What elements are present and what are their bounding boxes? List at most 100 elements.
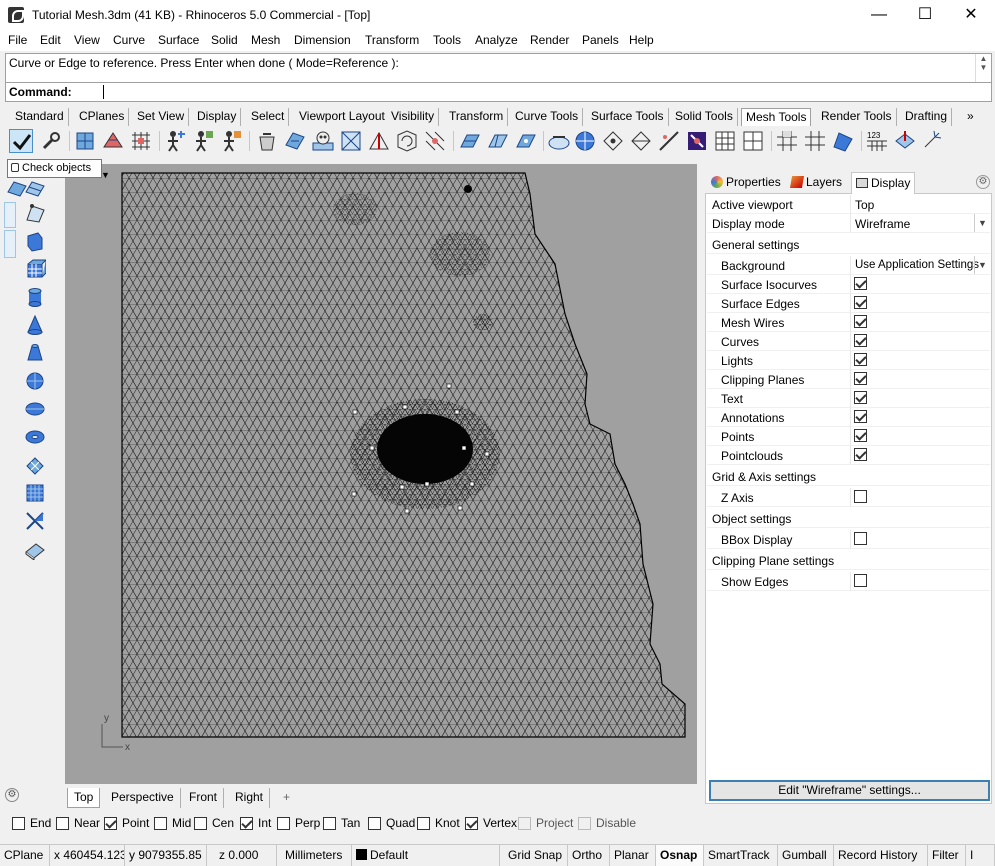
mesh-box-sidebar-icon[interactable] — [24, 258, 48, 280]
display-mode-row[interactable]: Display mode Wireframe ▼ — [707, 214, 990, 233]
menu-render[interactable]: Render — [530, 33, 569, 47]
mesh-from-surface-icon[interactable] — [101, 129, 125, 153]
general-setting-row[interactable]: Curves — [707, 332, 990, 351]
mesh-plane-icon[interactable] — [457, 129, 481, 153]
wrench-icon[interactable] — [39, 129, 63, 153]
minimize-button[interactable]: — — [856, 0, 902, 31]
status-record-history[interactable]: Record History — [834, 845, 928, 866]
book-sidebar-icon[interactable] — [24, 538, 46, 561]
viewport-menu-arrow-icon[interactable]: ▼ — [101, 170, 113, 180]
general-setting-checkbox[interactable] — [854, 277, 867, 290]
mesh-unweld-icon[interactable] — [423, 129, 447, 153]
menu-view[interactable]: View — [74, 33, 100, 47]
status-smarttrack[interactable]: SmartTrack — [704, 845, 778, 866]
mesh-split-icon[interactable] — [367, 129, 391, 153]
menu-file[interactable]: File — [8, 33, 27, 47]
mesh-bucket-icon[interactable] — [255, 129, 279, 153]
tab-drafting[interactable]: Drafting — [901, 108, 953, 126]
command-line[interactable]: Command: — [5, 83, 992, 102]
status-planar[interactable]: Planar — [610, 845, 656, 866]
general-setting-row[interactable]: Mesh Wires — [707, 313, 990, 332]
osnap-checkbox[interactable] — [277, 817, 290, 830]
cylinder-sidebar-icon[interactable] — [24, 286, 46, 308]
surface-sidebar-icon[interactable] — [24, 176, 46, 198]
menu-transform[interactable]: Transform — [365, 33, 419, 47]
status-units[interactable]: Millimeters — [277, 845, 352, 866]
mesh-rotate-icon[interactable] — [395, 129, 419, 153]
tab-standard[interactable]: Standard — [11, 108, 69, 126]
top-viewport[interactable]: y x ▼ — [65, 164, 697, 784]
tab-mesh-tools[interactable]: Mesh Tools — [741, 108, 812, 126]
sphere-sidebar-icon[interactable] — [24, 370, 46, 392]
general-setting-row[interactable]: Text — [707, 389, 990, 408]
general-setting-checkbox[interactable] — [854, 334, 867, 347]
tab-set-view[interactable]: Set View — [133, 108, 190, 126]
left-toolbar-gear-icon[interactable]: ⚙ — [5, 788, 19, 802]
mesh-twist-icon[interactable] — [685, 129, 709, 153]
command-history[interactable]: Curve or Edge to reference. Press Enter … — [5, 53, 992, 83]
tab-transform[interactable]: Transform — [445, 108, 509, 126]
command-input[interactable] — [103, 85, 104, 99]
general-setting-row[interactable]: Clipping Planes — [707, 370, 990, 389]
box-sidebar-icon[interactable] — [24, 230, 46, 252]
menu-dimension[interactable]: Dimension — [294, 33, 351, 47]
z-axis-row[interactable]: Z Axis — [707, 488, 990, 507]
display-mode-select[interactable]: Wireframe — [850, 214, 990, 233]
close-button[interactable]: ✕ — [948, 0, 994, 31]
status-ortho[interactable]: Ortho — [568, 845, 610, 866]
mesh-person-icon[interactable] — [163, 129, 187, 153]
tab-curve-tools[interactable]: Curve Tools — [511, 108, 584, 126]
panel-tab-layers[interactable]: Layers — [787, 172, 846, 194]
mesh-fill-holes-icon[interactable] — [713, 129, 737, 153]
vp-tab-top[interactable]: Top — [67, 788, 101, 808]
osnap-checkbox[interactable] — [465, 817, 478, 830]
mesh-check-grid-icon[interactable] — [741, 129, 765, 153]
menu-analyze[interactable]: Analyze — [475, 33, 518, 47]
tab-cplanes[interactable]: CPlanes — [75, 108, 130, 126]
menu-tools[interactable]: Tools — [433, 33, 461, 47]
general-setting-checkbox[interactable] — [854, 353, 867, 366]
osnap-checkbox[interactable] — [12, 817, 25, 830]
mesh-sphere-icon[interactable] — [573, 129, 597, 153]
mesh-grid-sidebar-icon[interactable] — [24, 482, 46, 504]
mesh-numbers-icon[interactable]: 123 — [865, 129, 889, 153]
general-setting-checkbox[interactable] — [854, 391, 867, 404]
truncated-cone-sidebar-icon[interactable] — [24, 342, 46, 364]
mesh-planar-2-icon[interactable] — [513, 129, 537, 153]
status-layer[interactable]: Default — [352, 845, 500, 866]
general-setting-row[interactable]: Surface Edges — [707, 294, 990, 313]
command-history-scrollbar[interactable]: ▲ ▼ — [975, 54, 991, 82]
mesh-offset-icon[interactable] — [547, 129, 571, 153]
mesh-reduce-icon[interactable] — [339, 129, 363, 153]
status-gumball[interactable]: Gumball — [778, 845, 834, 866]
mesh-person-2-icon[interactable] — [191, 129, 215, 153]
panel-gear-icon[interactable]: ⚙ — [976, 175, 990, 189]
general-setting-row[interactable]: Surface Isocurves — [707, 275, 990, 294]
general-setting-checkbox[interactable] — [854, 372, 867, 385]
status-osnap[interactable]: Osnap — [656, 845, 704, 866]
background-chevron-icon[interactable]: ▼ — [974, 256, 990, 274]
tabs-more-button[interactable]: » — [963, 108, 978, 126]
osnap-checkbox[interactable] — [104, 817, 117, 830]
status-grid-snap[interactable]: Grid Snap — [504, 845, 568, 866]
general-setting-checkbox[interactable] — [854, 296, 867, 309]
status-filter[interactable]: Filter — [928, 845, 966, 866]
menu-curve[interactable]: Curve — [113, 33, 145, 47]
sidebar-tab-2[interactable] — [4, 230, 16, 258]
general-setting-checkbox[interactable] — [854, 448, 867, 461]
maximize-button[interactable]: ☐ — [902, 0, 948, 31]
menu-mesh[interactable]: Mesh — [251, 33, 280, 47]
display-mode-chevron-icon[interactable]: ▼ — [974, 214, 990, 232]
osnap-checkbox[interactable] — [194, 817, 207, 830]
mesh-box-icon[interactable] — [73, 129, 97, 153]
general-setting-row[interactable]: Lights — [707, 351, 990, 370]
vp-tab-perspective[interactable]: Perspective — [105, 788, 181, 808]
osnap-checkbox[interactable] — [323, 817, 336, 830]
bbox-row[interactable]: BBox Display — [707, 530, 990, 549]
vp-tab-right[interactable]: Right — [229, 788, 271, 808]
menu-surface[interactable]: Surface — [158, 33, 199, 47]
menu-help[interactable]: Help — [629, 33, 654, 47]
general-setting-row[interactable]: Annotations — [707, 408, 990, 427]
general-setting-checkbox[interactable] — [854, 429, 867, 442]
mesh-grid-icon[interactable] — [129, 129, 153, 153]
